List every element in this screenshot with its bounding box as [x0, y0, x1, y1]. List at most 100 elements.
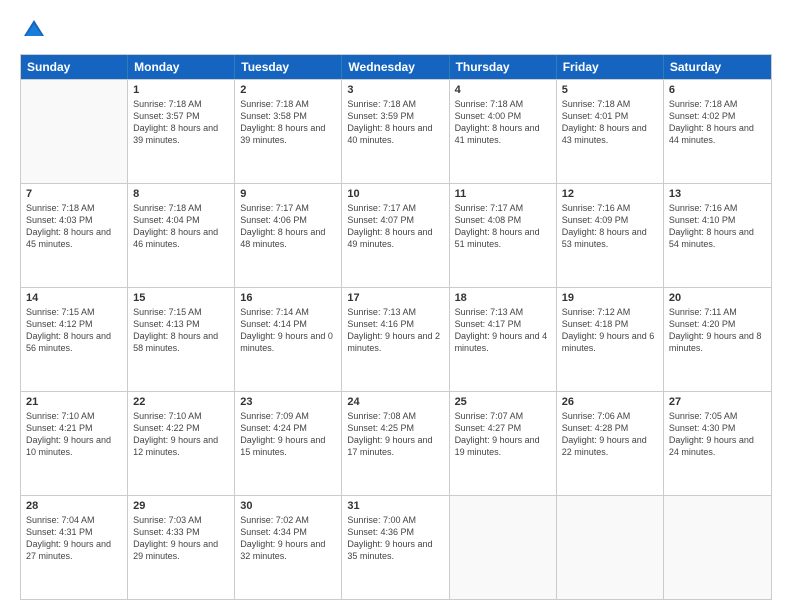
cell-date: 31 [347, 500, 443, 512]
cell-info: Sunrise: 7:15 AMSunset: 4:13 PMDaylight:… [133, 306, 229, 355]
cell-date: 16 [240, 292, 336, 304]
calendar-cell: 3 Sunrise: 7:18 AMSunset: 3:59 PMDaylight… [342, 80, 449, 183]
cell-date: 4 [455, 84, 551, 96]
calendar-cell: 26 Sunrise: 7:06 AMSunset: 4:28 PMDayligh… [557, 392, 664, 495]
header-day-wednesday: Wednesday [342, 55, 449, 79]
calendar-cell: 25 Sunrise: 7:07 AMSunset: 4:27 PMDayligh… [450, 392, 557, 495]
cell-date: 15 [133, 292, 229, 304]
week-row-1: 1 Sunrise: 7:18 AMSunset: 3:57 PMDaylight… [21, 79, 771, 183]
cell-date: 28 [26, 500, 122, 512]
calendar-cell: 21 Sunrise: 7:10 AMSunset: 4:21 PMDayligh… [21, 392, 128, 495]
cell-info: Sunrise: 7:13 AMSunset: 4:17 PMDaylight:… [455, 306, 551, 355]
cell-info: Sunrise: 7:02 AMSunset: 4:34 PMDaylight:… [240, 514, 336, 563]
page-header [20, 16, 772, 44]
cell-info: Sunrise: 7:16 AMSunset: 4:09 PMDaylight:… [562, 202, 658, 251]
cell-info: Sunrise: 7:03 AMSunset: 4:33 PMDaylight:… [133, 514, 229, 563]
calendar-cell: 29 Sunrise: 7:03 AMSunset: 4:33 PMDayligh… [128, 496, 235, 599]
cell-info: Sunrise: 7:14 AMSunset: 4:14 PMDaylight:… [240, 306, 336, 355]
cell-info: Sunrise: 7:18 AMSunset: 3:58 PMDaylight:… [240, 98, 336, 147]
cell-info: Sunrise: 7:06 AMSunset: 4:28 PMDaylight:… [562, 410, 658, 459]
cell-date: 3 [347, 84, 443, 96]
calendar-cell: 10 Sunrise: 7:17 AMSunset: 4:07 PMDayligh… [342, 184, 449, 287]
logo [20, 16, 52, 44]
cell-date: 13 [669, 188, 766, 200]
cell-date: 25 [455, 396, 551, 408]
cell-date: 30 [240, 500, 336, 512]
cell-info: Sunrise: 7:18 AMSunset: 3:57 PMDaylight:… [133, 98, 229, 147]
cell-info: Sunrise: 7:08 AMSunset: 4:25 PMDaylight:… [347, 410, 443, 459]
cell-info: Sunrise: 7:10 AMSunset: 4:22 PMDaylight:… [133, 410, 229, 459]
calendar-cell [21, 80, 128, 183]
cell-date: 6 [669, 84, 766, 96]
week-row-3: 14 Sunrise: 7:15 AMSunset: 4:12 PMDayligh… [21, 287, 771, 391]
calendar-cell: 19 Sunrise: 7:12 AMSunset: 4:18 PMDayligh… [557, 288, 664, 391]
calendar-cell: 22 Sunrise: 7:10 AMSunset: 4:22 PMDayligh… [128, 392, 235, 495]
cell-info: Sunrise: 7:18 AMSunset: 4:04 PMDaylight:… [133, 202, 229, 251]
cell-info: Sunrise: 7:16 AMSunset: 4:10 PMDaylight:… [669, 202, 766, 251]
cell-info: Sunrise: 7:04 AMSunset: 4:31 PMDaylight:… [26, 514, 122, 563]
cell-date: 20 [669, 292, 766, 304]
calendar-cell: 24 Sunrise: 7:08 AMSunset: 4:25 PMDayligh… [342, 392, 449, 495]
cell-info: Sunrise: 7:13 AMSunset: 4:16 PMDaylight:… [347, 306, 443, 355]
cell-date: 9 [240, 188, 336, 200]
calendar-cell: 13 Sunrise: 7:16 AMSunset: 4:10 PMDayligh… [664, 184, 771, 287]
calendar-cell: 8 Sunrise: 7:18 AMSunset: 4:04 PMDaylight… [128, 184, 235, 287]
cell-date: 22 [133, 396, 229, 408]
cell-info: Sunrise: 7:05 AMSunset: 4:30 PMDaylight:… [669, 410, 766, 459]
cell-info: Sunrise: 7:10 AMSunset: 4:21 PMDaylight:… [26, 410, 122, 459]
cell-info: Sunrise: 7:18 AMSunset: 4:03 PMDaylight:… [26, 202, 122, 251]
cell-info: Sunrise: 7:15 AMSunset: 4:12 PMDaylight:… [26, 306, 122, 355]
header-day-friday: Friday [557, 55, 664, 79]
header-day-saturday: Saturday [664, 55, 771, 79]
cell-date: 17 [347, 292, 443, 304]
cell-date: 27 [669, 396, 766, 408]
cell-info: Sunrise: 7:17 AMSunset: 4:07 PMDaylight:… [347, 202, 443, 251]
calendar-body: 1 Sunrise: 7:18 AMSunset: 3:57 PMDaylight… [21, 79, 771, 599]
calendar-cell: 4 Sunrise: 7:18 AMSunset: 4:00 PMDaylight… [450, 80, 557, 183]
cell-date: 21 [26, 396, 122, 408]
calendar-cell: 20 Sunrise: 7:11 AMSunset: 4:20 PMDayligh… [664, 288, 771, 391]
cell-date: 29 [133, 500, 229, 512]
header-day-sunday: Sunday [21, 55, 128, 79]
cell-date: 14 [26, 292, 122, 304]
cell-date: 5 [562, 84, 658, 96]
calendar-header: SundayMondayTuesdayWednesdayThursdayFrid… [21, 55, 771, 79]
week-row-2: 7Sunrise: 7:18 AMSunset: 4:03 PMDaylight… [21, 183, 771, 287]
calendar-cell: 15 Sunrise: 7:15 AMSunset: 4:13 PMDayligh… [128, 288, 235, 391]
calendar-cell: 18 Sunrise: 7:13 AMSunset: 4:17 PMDayligh… [450, 288, 557, 391]
cell-info: Sunrise: 7:07 AMSunset: 4:27 PMDaylight:… [455, 410, 551, 459]
cell-date: 26 [562, 396, 658, 408]
calendar-cell [664, 496, 771, 599]
calendar-cell: 23 Sunrise: 7:09 AMSunset: 4:24 PMDayligh… [235, 392, 342, 495]
calendar-cell: 1 Sunrise: 7:18 AMSunset: 3:57 PMDaylight… [128, 80, 235, 183]
calendar-cell: 17 Sunrise: 7:13 AMSunset: 4:16 PMDayligh… [342, 288, 449, 391]
cell-date: 8 [133, 188, 229, 200]
calendar-cell: 6 Sunrise: 7:18 AMSunset: 4:02 PMDaylight… [664, 80, 771, 183]
cell-info: Sunrise: 7:11 AMSunset: 4:20 PMDaylight:… [669, 306, 766, 355]
cell-date: 12 [562, 188, 658, 200]
calendar-cell: 30 Sunrise: 7:02 AMSunset: 4:34 PMDayligh… [235, 496, 342, 599]
calendar-cell [450, 496, 557, 599]
cell-date: 2 [240, 84, 336, 96]
calendar-cell: 7Sunrise: 7:18 AMSunset: 4:03 PMDaylight… [21, 184, 128, 287]
cell-date: 24 [347, 396, 443, 408]
cell-date: 19 [562, 292, 658, 304]
cell-date: 23 [240, 396, 336, 408]
cell-date: 11 [455, 188, 551, 200]
cell-info: Sunrise: 7:18 AMSunset: 4:00 PMDaylight:… [455, 98, 551, 147]
calendar-cell: 16 Sunrise: 7:14 AMSunset: 4:14 PMDayligh… [235, 288, 342, 391]
cell-info: Sunrise: 7:12 AMSunset: 4:18 PMDaylight:… [562, 306, 658, 355]
header-day-monday: Monday [128, 55, 235, 79]
calendar-cell: 28 Sunrise: 7:04 AMSunset: 4:31 PMDayligh… [21, 496, 128, 599]
cell-info: Sunrise: 7:18 AMSunset: 4:02 PMDaylight:… [669, 98, 766, 147]
header-day-thursday: Thursday [450, 55, 557, 79]
calendar-cell: 9Sunrise: 7:17 AMSunset: 4:06 PMDaylight… [235, 184, 342, 287]
cell-info: Sunrise: 7:18 AMSunset: 3:59 PMDaylight:… [347, 98, 443, 147]
cell-date: 1 [133, 84, 229, 96]
calendar-cell: 31Sunrise: 7:00 AMSunset: 4:36 PMDayligh… [342, 496, 449, 599]
calendar: SundayMondayTuesdayWednesdayThursdayFrid… [20, 54, 772, 600]
cell-date: 10 [347, 188, 443, 200]
calendar-cell [557, 496, 664, 599]
cell-date: 18 [455, 292, 551, 304]
cell-info: Sunrise: 7:09 AMSunset: 4:24 PMDaylight:… [240, 410, 336, 459]
